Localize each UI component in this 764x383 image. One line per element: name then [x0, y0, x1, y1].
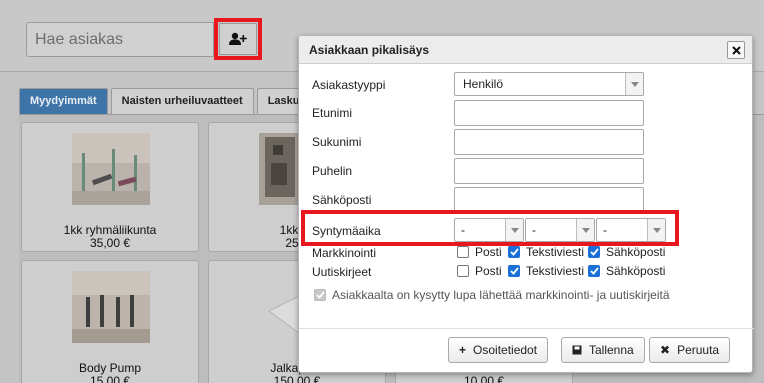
phone-row: Puhelin — [299, 158, 754, 184]
cancel-button[interactable]: ✖ Peruuta — [649, 337, 731, 363]
marketing-tekstiviesti-checkbox[interactable]: Tekstiviesti — [508, 245, 584, 259]
email-label: Sähköposti — [312, 193, 372, 207]
close-icon — [731, 45, 741, 55]
checkmark-icon — [509, 267, 519, 275]
consent-checkbox: Asiakkaalta on kysytty lupa lähettää mar… — [314, 288, 670, 302]
consent-check — [314, 289, 326, 301]
first-name-label: Etunimi — [312, 106, 353, 120]
plus-icon: + — [459, 343, 467, 357]
tab-naisten-urheiluvaatteet[interactable]: Naisten urheiluvaatteet — [110, 88, 254, 114]
product-image — [72, 271, 150, 343]
consent-label: Asiakkaalta on kysytty lupa lähettää mar… — [332, 288, 670, 302]
product-name: 1kk ryhmäliikunta — [63, 223, 157, 237]
phone-input[interactable] — [454, 158, 644, 184]
first-name-row: Etunimi — [299, 100, 754, 126]
newsletter-sahkoposti-checkbox[interactable]: Sähköposti — [588, 264, 665, 278]
user-plus-icon — [229, 32, 247, 45]
category-tabs: Myydyimmät Naisten urheiluvaatteet Lasku… — [19, 88, 317, 116]
newsletter-row: Uutiskirjeet Posti Tekstiviesti Sähköpos… — [299, 263, 754, 281]
chevron-down-icon — [630, 81, 639, 87]
marketing-label: Markkinointi — [312, 246, 377, 260]
marketing-row: Markkinointi Posti Tekstiviesti Sähköpos… — [299, 244, 754, 262]
customer-type-row: Asiakastyyppi Henkilö — [299, 72, 754, 98]
close-button[interactable] — [727, 41, 745, 59]
add-customer-button[interactable] — [214, 18, 262, 60]
dialog-header: Asiakkaan pikalisäys — [299, 36, 752, 64]
checkmark-icon — [315, 291, 325, 299]
search-customer-input[interactable]: Hae asiakas — [26, 22, 214, 57]
chevron-down-icon — [510, 227, 519, 233]
customer-type-select[interactable]: Henkilö — [454, 72, 644, 96]
product-price: 150,00 € — [273, 374, 321, 383]
quick-add-customer-dialog: Asiakkaan pikalisäys Asiakastyyppi Henki… — [298, 35, 754, 373]
save-icon — [572, 345, 582, 355]
product-card[interactable]: Body Pump 15,00 € — [21, 260, 199, 383]
chevron-down-icon — [581, 227, 590, 233]
dialog-title: Asiakkaan pikalisäys — [309, 43, 430, 57]
marketing-sahkoposti-checkbox[interactable]: Sähköposti — [588, 245, 665, 259]
chevron-down-icon — [652, 227, 661, 233]
checkmark-icon — [509, 248, 519, 256]
phone-label: Puhelin — [312, 164, 353, 178]
product-image — [72, 133, 150, 205]
newsletter-tekstiviesti-checkbox[interactable]: Tekstiviesti — [508, 264, 584, 278]
customer-type-label: Asiakastyyppi — [312, 78, 386, 92]
checkmark-icon — [589, 267, 599, 275]
product-price: 35,00 € — [89, 236, 131, 250]
birth-year-select[interactable]: - — [596, 218, 666, 242]
dialog-footer: + Osoitetiedot Tallenna ✖ Peruuta — [299, 328, 754, 373]
first-name-input[interactable] — [454, 100, 644, 126]
newsletter-label: Uutiskirjeet — [312, 265, 372, 279]
product-card[interactable]: 1kk ryhmäliikunta 35,00 € — [21, 122, 199, 252]
birthdate-row: Syntymäaika - - - — [299, 218, 754, 244]
tab-myydyimmat[interactable]: Myydyimmät — [19, 88, 108, 114]
birthdate-label: Syntymäaika — [312, 224, 381, 238]
last-name-label: Sukunimi — [312, 135, 362, 149]
birth-day-select[interactable]: - — [454, 218, 524, 242]
newsletter-posti-checkbox[interactable]: Posti — [457, 264, 502, 278]
marketing-posti-checkbox[interactable]: Posti — [457, 245, 502, 259]
close-icon: ✖ — [660, 343, 671, 357]
birth-month-select[interactable]: - — [525, 218, 595, 242]
save-button[interactable]: Tallenna — [561, 337, 645, 363]
last-name-input[interactable] — [454, 129, 644, 155]
address-details-button[interactable]: + Osoitetiedot — [448, 337, 549, 363]
last-name-row: Sukunimi — [299, 129, 754, 155]
product-price: 15,00 € — [89, 374, 131, 383]
product-name: Body Pump — [78, 361, 142, 375]
checkmark-icon — [589, 248, 599, 256]
product-price: 10,00 € — [463, 374, 505, 383]
